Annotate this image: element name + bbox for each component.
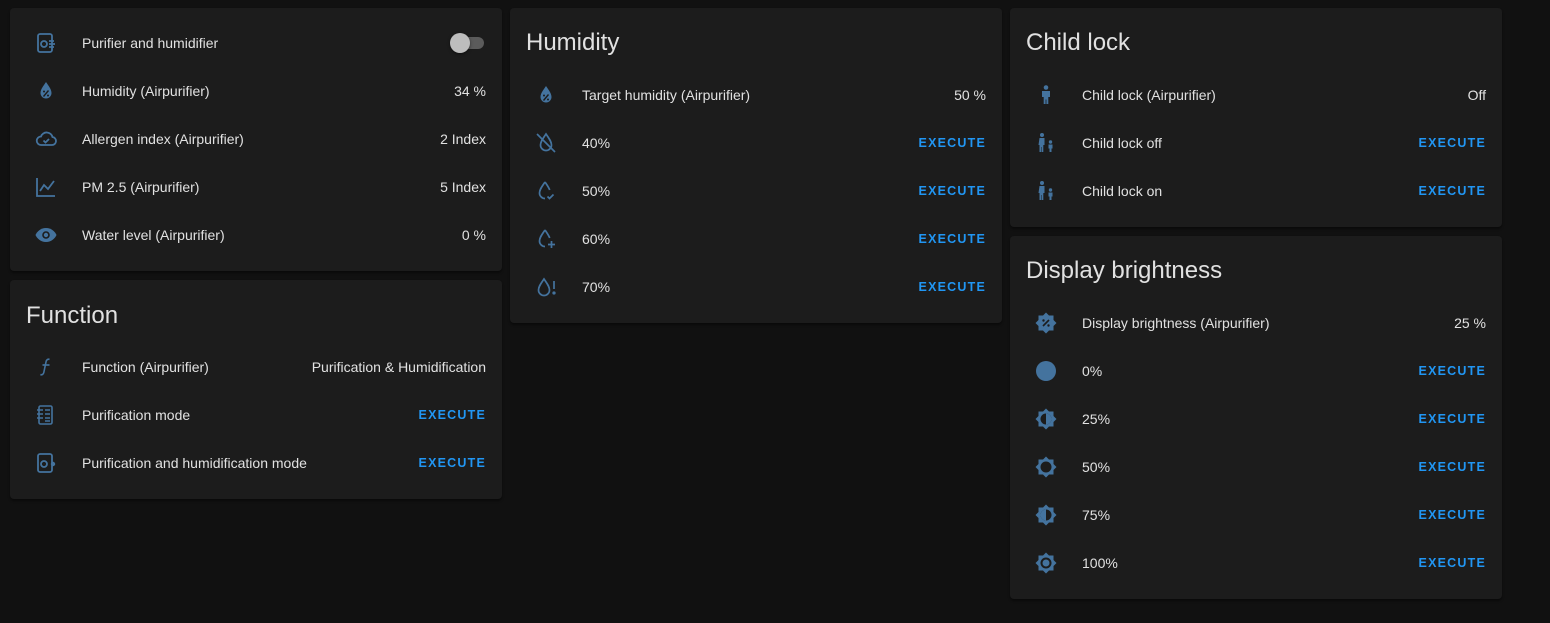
script-row-humidity-50: 50% EXECUTE (526, 171, 986, 211)
entity-label: 60% (582, 231, 611, 247)
entity-state-value: 5 Index (440, 179, 486, 195)
entity-state-value: 2 Index (440, 131, 486, 147)
execute-button[interactable]: EXECUTE (1419, 135, 1486, 151)
air-filter-icon (34, 403, 58, 427)
brightness-7-icon (1034, 551, 1058, 575)
entity-row-purifier-humidifier[interactable]: Purifier and humidifier (26, 23, 486, 63)
entity-label: Humidity (Airpurifier) (82, 83, 210, 99)
execute-button[interactable]: EXECUTE (919, 135, 986, 151)
entity-row-display-brightness[interactable]: Display brightness (Airpurifier) 25 % (1026, 303, 1486, 343)
purifier-toggle-switch[interactable] (450, 33, 486, 53)
script-row-humidity-40: 40% EXECUTE (526, 123, 986, 163)
execute-button[interactable]: EXECUTE (919, 279, 986, 295)
child-lock-card: Child lock Child lock (Airpurifier) Off … (1010, 8, 1502, 227)
display-brightness-card: Display brightness Display brightness (A… (1010, 236, 1502, 599)
function-card: Function Function (Airpurifier) Purifica… (10, 280, 502, 499)
script-row-child-lock-off: Child lock off EXECUTE (1026, 123, 1486, 163)
humidity-card: Humidity Target humidity (Airpurifier) 5… (510, 8, 1002, 323)
brightness-4-icon (1034, 407, 1058, 431)
water-plus-icon (534, 227, 558, 251)
entity-label: Water level (Airpurifier) (82, 227, 225, 243)
entity-state-value: 0 % (461, 227, 486, 243)
script-row-purification-mode: Purification mode EXECUTE (26, 395, 486, 435)
entity-row-allergen-index[interactable]: Allergen index (Airpurifier) 2 Index (26, 119, 486, 159)
entity-label: 100% (1082, 555, 1118, 571)
chart-line-icon (34, 175, 58, 199)
execute-button[interactable]: EXECUTE (1419, 459, 1486, 475)
air-purifier-icon (34, 31, 58, 55)
brightness-percent-icon (1034, 311, 1058, 335)
entity-label: Child lock on (1082, 183, 1163, 199)
entity-label: PM 2.5 (Airpurifier) (82, 179, 200, 195)
air-purifier-icon (34, 451, 58, 475)
entity-label: Function (Airpurifier) (82, 359, 209, 375)
water-percent-icon (34, 79, 58, 103)
execute-button[interactable]: EXECUTE (919, 231, 986, 247)
entity-label: Child lock off (1082, 135, 1162, 151)
execute-button[interactable]: EXECUTE (419, 407, 486, 423)
execute-button[interactable]: EXECUTE (919, 183, 986, 199)
brightness-1-icon (1034, 359, 1058, 383)
entity-row-function[interactable]: Function (Airpurifier) Purification & Hu… (26, 347, 486, 387)
entity-label: 0% (1082, 363, 1103, 379)
script-row-humidity-60: 60% EXECUTE (526, 219, 986, 259)
script-row-humidity-70: 70% EXECUTE (526, 267, 986, 307)
human-male-child-icon (1034, 179, 1058, 203)
toggle-thumb (450, 33, 470, 53)
entity-label: 50% (1082, 459, 1111, 475)
entity-state-value: 34 % (454, 83, 486, 99)
status-card: Purifier and humidifier Humidity (Airpur… (10, 8, 502, 271)
function-icon (34, 355, 58, 379)
execute-button[interactable]: EXECUTE (1419, 411, 1486, 427)
card-title: Child lock (1026, 29, 1131, 56)
script-row-child-lock-on: Child lock on EXECUTE (1026, 171, 1486, 211)
human-child-icon (1034, 83, 1058, 107)
entity-row-pm25[interactable]: PM 2.5 (Airpurifier) 5 Index (26, 167, 486, 207)
entity-state-value: 50 % (954, 87, 986, 103)
eye-icon (34, 223, 58, 247)
entity-row-target-humidity[interactable]: Target humidity (Airpurifier) 50 % (526, 75, 986, 115)
entity-state-value: 25 % (1454, 315, 1486, 331)
brightness-5-icon (1034, 455, 1058, 479)
execute-button[interactable]: EXECUTE (1419, 363, 1486, 379)
water-percent-icon (534, 83, 558, 107)
water-check-icon (534, 179, 558, 203)
entity-label: Purification and humidification mode (82, 455, 307, 471)
execute-button[interactable]: EXECUTE (1419, 507, 1486, 523)
execute-button[interactable]: EXECUTE (1419, 183, 1486, 199)
script-row-brightness-50: 50% EXECUTE (1026, 447, 1486, 487)
script-row-brightness-0: 0% EXECUTE (1026, 351, 1486, 391)
card-title: Display brightness (1026, 257, 1223, 284)
water-alert-icon (534, 275, 558, 299)
script-row-brightness-100: 100% EXECUTE (1026, 543, 1486, 583)
entity-label: Allergen index (Airpurifier) (82, 131, 244, 147)
brightness-6-icon (1034, 503, 1058, 527)
script-row-brightness-75: 75% EXECUTE (1026, 495, 1486, 535)
entity-label: Display brightness (Airpurifier) (1082, 315, 1270, 331)
entity-label: 25% (1082, 411, 1111, 427)
water-off-icon (534, 131, 558, 155)
cloud-check-icon (34, 127, 58, 151)
script-row-purification-humidification-mode: Purification and humidification mode EXE… (26, 443, 486, 483)
entity-label: Target humidity (Airpurifier) (582, 87, 751, 103)
execute-button[interactable]: EXECUTE (419, 455, 486, 471)
execute-button[interactable]: EXECUTE (1419, 555, 1486, 571)
card-title: Function (26, 302, 119, 329)
entity-label: Child lock (Airpurifier) (1082, 87, 1216, 103)
entity-state-value: Off (1467, 87, 1486, 103)
entity-row-child-lock[interactable]: Child lock (Airpurifier) Off (1026, 75, 1486, 115)
entity-label: 50% (582, 183, 611, 199)
entity-label: Purifier and humidifier (82, 35, 219, 51)
human-male-child-icon (1034, 131, 1058, 155)
card-title: Humidity (526, 29, 620, 56)
entity-label: 75% (1082, 507, 1111, 523)
entity-label: 40% (582, 135, 611, 151)
entity-row-water-level[interactable]: Water level (Airpurifier) 0 % (26, 215, 486, 255)
entity-label: Purification mode (82, 407, 191, 423)
entity-state-value: Purification & Humidification (311, 359, 486, 375)
entity-row-humidity[interactable]: Humidity (Airpurifier) 34 % (26, 71, 486, 111)
script-row-brightness-25: 25% EXECUTE (1026, 399, 1486, 439)
entity-label: 70% (582, 279, 611, 295)
